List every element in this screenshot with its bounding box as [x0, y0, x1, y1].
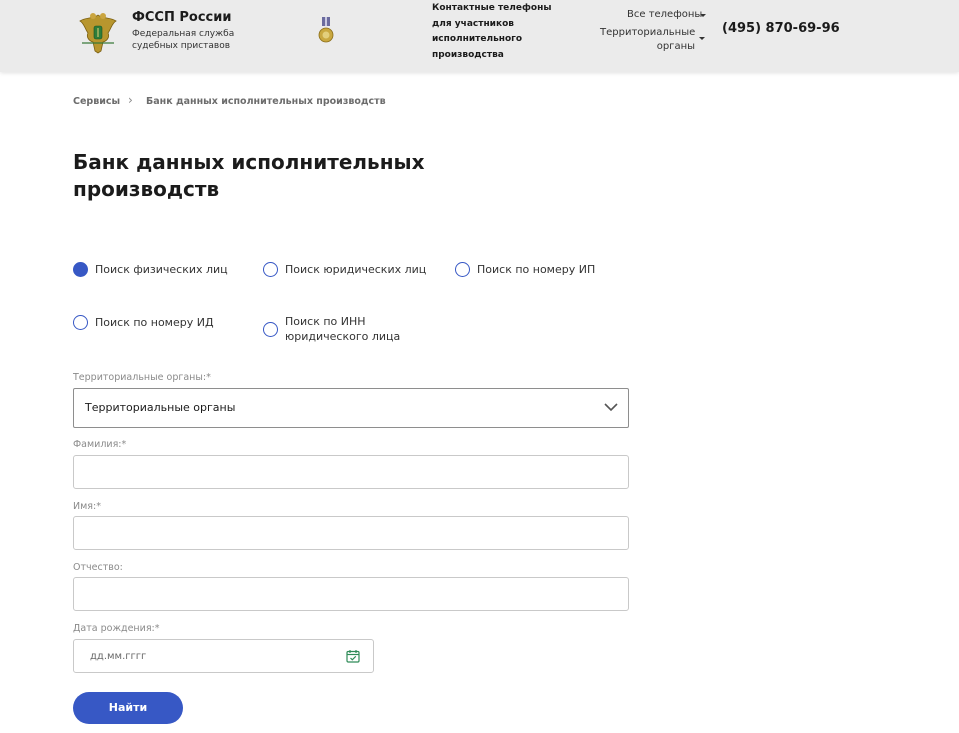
- radio-label: Поиск юридических лиц: [285, 263, 427, 276]
- radio-ip-number[interactable]: Поиск по номеру ИП: [455, 262, 615, 278]
- territorial-link[interactable]: Территориальные органы: [600, 26, 695, 54]
- contacts-title: Контактные телефоны для участников испол…: [432, 3, 552, 60]
- eagle-emblem-icon[interactable]: [76, 9, 120, 55]
- brand-subtitle: Федеральная служба судебных приставов: [132, 29, 235, 51]
- chevron-down-icon: [699, 37, 705, 40]
- birthdate-input[interactable]: [74, 640, 334, 672]
- territorial-field-label: Территориальные органы:*: [73, 372, 211, 383]
- radio-legal-entities[interactable]: Поиск юридических лиц: [263, 262, 443, 278]
- birthdate-field: [73, 639, 374, 673]
- lastname-input[interactable]: [73, 455, 629, 489]
- all-phones-label: Все телефоны: [627, 9, 703, 20]
- radio-button[interactable]: [263, 262, 278, 277]
- territorial-select-value: Территориальные органы: [85, 401, 236, 414]
- firstname-field-label: Имя:*: [73, 501, 101, 512]
- search-button[interactable]: Найти: [73, 692, 183, 724]
- firstname-input[interactable]: [73, 516, 629, 550]
- radio-label: Поиск по ИНН юридического лица: [285, 315, 401, 343]
- radio-label: Поиск по номеру ИД: [95, 316, 214, 329]
- site-header: ФССП России Федеральная служба судебных …: [0, 0, 959, 72]
- radio-button[interactable]: [455, 262, 470, 277]
- breadcrumb-item-services[interactable]: Сервисы: [73, 96, 120, 107]
- territorial-label: Территориальные органы: [600, 27, 696, 52]
- radio-button[interactable]: [73, 262, 88, 277]
- radio-button[interactable]: [263, 322, 278, 337]
- lastname-field-label: Фамилия:*: [73, 439, 127, 450]
- hotline-phone[interactable]: (495) 870-69-96: [722, 21, 840, 36]
- page-title: Банк данных исполнительных производств: [73, 150, 425, 201]
- patronymic-input[interactable]: [73, 577, 629, 611]
- medal-icon: [318, 17, 334, 43]
- brand-name[interactable]: ФССП России: [132, 10, 231, 25]
- breadcrumb-item-current: Банк данных исполнительных производств: [146, 96, 386, 107]
- chevron-down-icon: [700, 14, 706, 17]
- calendar-icon[interactable]: [346, 649, 360, 663]
- radio-label: Поиск физических лиц: [95, 263, 228, 276]
- breadcrumb-separator: ›: [128, 93, 133, 107]
- all-phones-link[interactable]: Все телефоны: [627, 9, 702, 20]
- territorial-select[interactable]: Территориальные органы: [73, 388, 629, 428]
- radio-label: Поиск по номеру ИП: [477, 263, 596, 276]
- radio-id-number[interactable]: Поиск по номеру ИД: [73, 315, 233, 331]
- chevron-down-icon: [604, 403, 618, 412]
- patronymic-field-label: Отчество:: [73, 562, 123, 573]
- radio-button[interactable]: [73, 315, 88, 330]
- radio-inn[interactable]: Поиск по ИНН юридического лица: [263, 314, 413, 344]
- radio-individuals[interactable]: Поиск физических лиц: [73, 262, 243, 278]
- birthdate-field-label: Дата рождения:*: [73, 623, 160, 634]
